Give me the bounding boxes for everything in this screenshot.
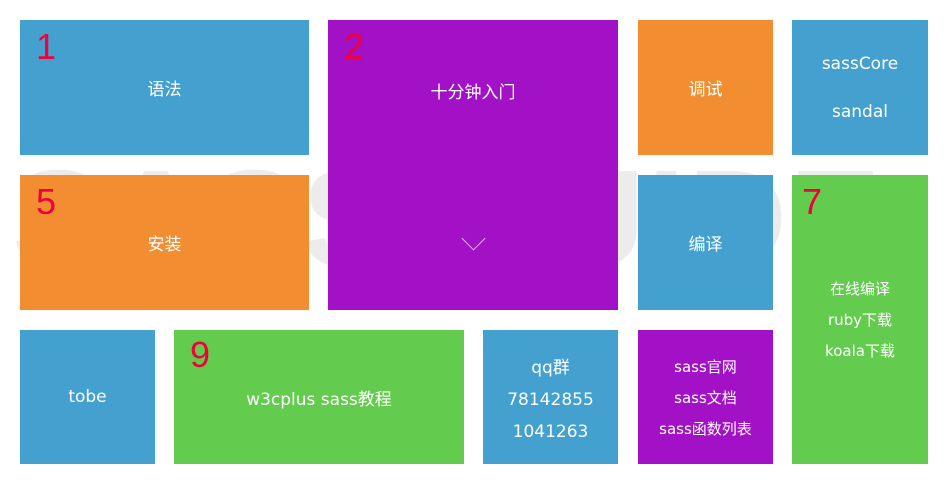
tile-label: 调试 xyxy=(688,80,723,100)
qq-label: qq群 xyxy=(531,357,570,378)
link-sass-functions[interactable]: sass函数列表 xyxy=(659,418,752,439)
link-online-compile[interactable]: 在线编译 xyxy=(830,278,890,299)
tile-label: tobe xyxy=(68,387,107,407)
tile-syntax[interactable]: 1 语法 xyxy=(20,20,309,155)
tile-tobe[interactable]: tobe xyxy=(20,330,155,464)
tile-debug[interactable]: 调试 xyxy=(638,20,773,155)
tile-w3cplus[interactable]: 9 w3cplus sass教程 xyxy=(174,330,464,464)
tile-number: 7 xyxy=(802,181,823,222)
tile-number: 5 xyxy=(36,181,57,222)
link-ruby-download[interactable]: ruby下载 xyxy=(828,309,892,330)
tile-number: 2 xyxy=(344,26,365,67)
tile-qq-group[interactable]: qq群 78142855 1041263 xyxy=(483,330,618,464)
tile-quickstart[interactable]: 2 十分钟入门 xyxy=(328,20,618,310)
tile-label: w3cplus sass教程 xyxy=(246,389,392,410)
link-sandal[interactable]: sandal xyxy=(832,102,888,122)
link-sass-docs[interactable]: sass文档 xyxy=(674,387,737,408)
qq-number: 78142855 xyxy=(507,389,594,410)
tile-docs[interactable]: sass官网 sass文档 sass函数列表 xyxy=(638,330,773,464)
tile-number: 9 xyxy=(190,334,211,375)
chevron-down-icon[interactable] xyxy=(461,226,486,251)
tile-label: 十分钟入门 xyxy=(430,83,516,103)
link-sasscore[interactable]: sassCore xyxy=(822,54,898,74)
tile-downloads[interactable]: 7 在线编译 ruby下载 koala下载 xyxy=(792,175,928,464)
tile-label: 语法 xyxy=(147,80,182,100)
tile-compile[interactable]: 编译 xyxy=(638,175,773,310)
tile-label: 编译 xyxy=(688,235,723,255)
tile-label: 安装 xyxy=(147,235,182,255)
tile-install[interactable]: 5 安装 xyxy=(20,175,309,310)
link-koala-download[interactable]: koala下载 xyxy=(825,340,895,361)
tile-number: 1 xyxy=(36,26,57,67)
link-sass-official[interactable]: sass官网 xyxy=(674,356,737,377)
qq-number: 1041263 xyxy=(512,421,589,442)
tile-core[interactable]: sassCore sandal xyxy=(792,20,928,155)
